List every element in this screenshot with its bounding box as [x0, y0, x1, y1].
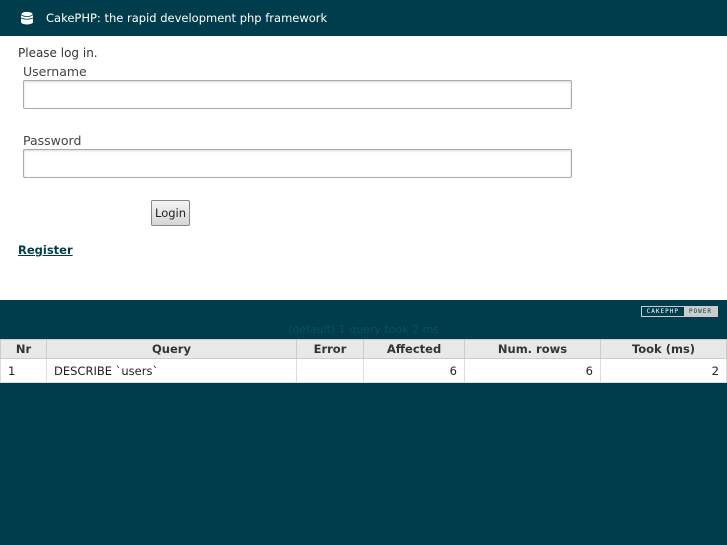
header-bar: CakePHP: the rapid development php frame… [0, 0, 727, 36]
login-button[interactable]: Login [151, 200, 190, 226]
sql-log-table: Nr Query Error Affected Num. rows Took (… [0, 339, 727, 383]
power-badge-left: CAKEPHP [641, 307, 684, 316]
register-link[interactable]: Register [18, 243, 73, 257]
col-nr-header: Nr [0, 339, 47, 359]
cell-num-rows: 6 [464, 358, 601, 383]
cakephp-power-badge[interactable]: CAKEPHP POWER [640, 306, 718, 317]
table-row: 1 DESCRIBE `users` 6 6 2 [0, 358, 727, 383]
password-field-group: Password [23, 133, 709, 178]
footer: CAKEPHP POWER (default) 1 query took 2 m… [0, 300, 727, 336]
username-field-group: Username [23, 64, 709, 109]
main-content: Please log in. Username Password Login R… [0, 36, 727, 300]
cell-took: 2 [600, 358, 727, 383]
cell-nr: 1 [0, 358, 47, 383]
password-input[interactable] [23, 149, 572, 178]
password-label: Password [23, 133, 82, 148]
username-input[interactable] [23, 80, 572, 109]
cell-query: DESCRIBE `users` [46, 358, 297, 383]
col-took-header: Took (ms) [600, 339, 727, 359]
cell-error [296, 358, 364, 383]
app-title: CakePHP: the rapid development php frame… [46, 11, 328, 25]
cake-logo-icon [19, 10, 35, 26]
col-numrows-header: Num. rows [464, 339, 601, 359]
col-query-header: Query [46, 339, 297, 359]
power-badge-right: POWER [683, 307, 717, 316]
col-error-header: Error [296, 339, 364, 359]
sql-log-header-row: Nr Query Error Affected Num. rows Took (… [0, 339, 727, 359]
sql-log-caption: (default) 1 query took 2 ms [287, 323, 440, 336]
col-affected-header: Affected [363, 339, 465, 359]
submit-row: Login [151, 200, 709, 226]
username-label: Username [23, 64, 87, 79]
login-prompt: Please log in. [18, 46, 98, 60]
cell-affected: 6 [363, 358, 465, 383]
